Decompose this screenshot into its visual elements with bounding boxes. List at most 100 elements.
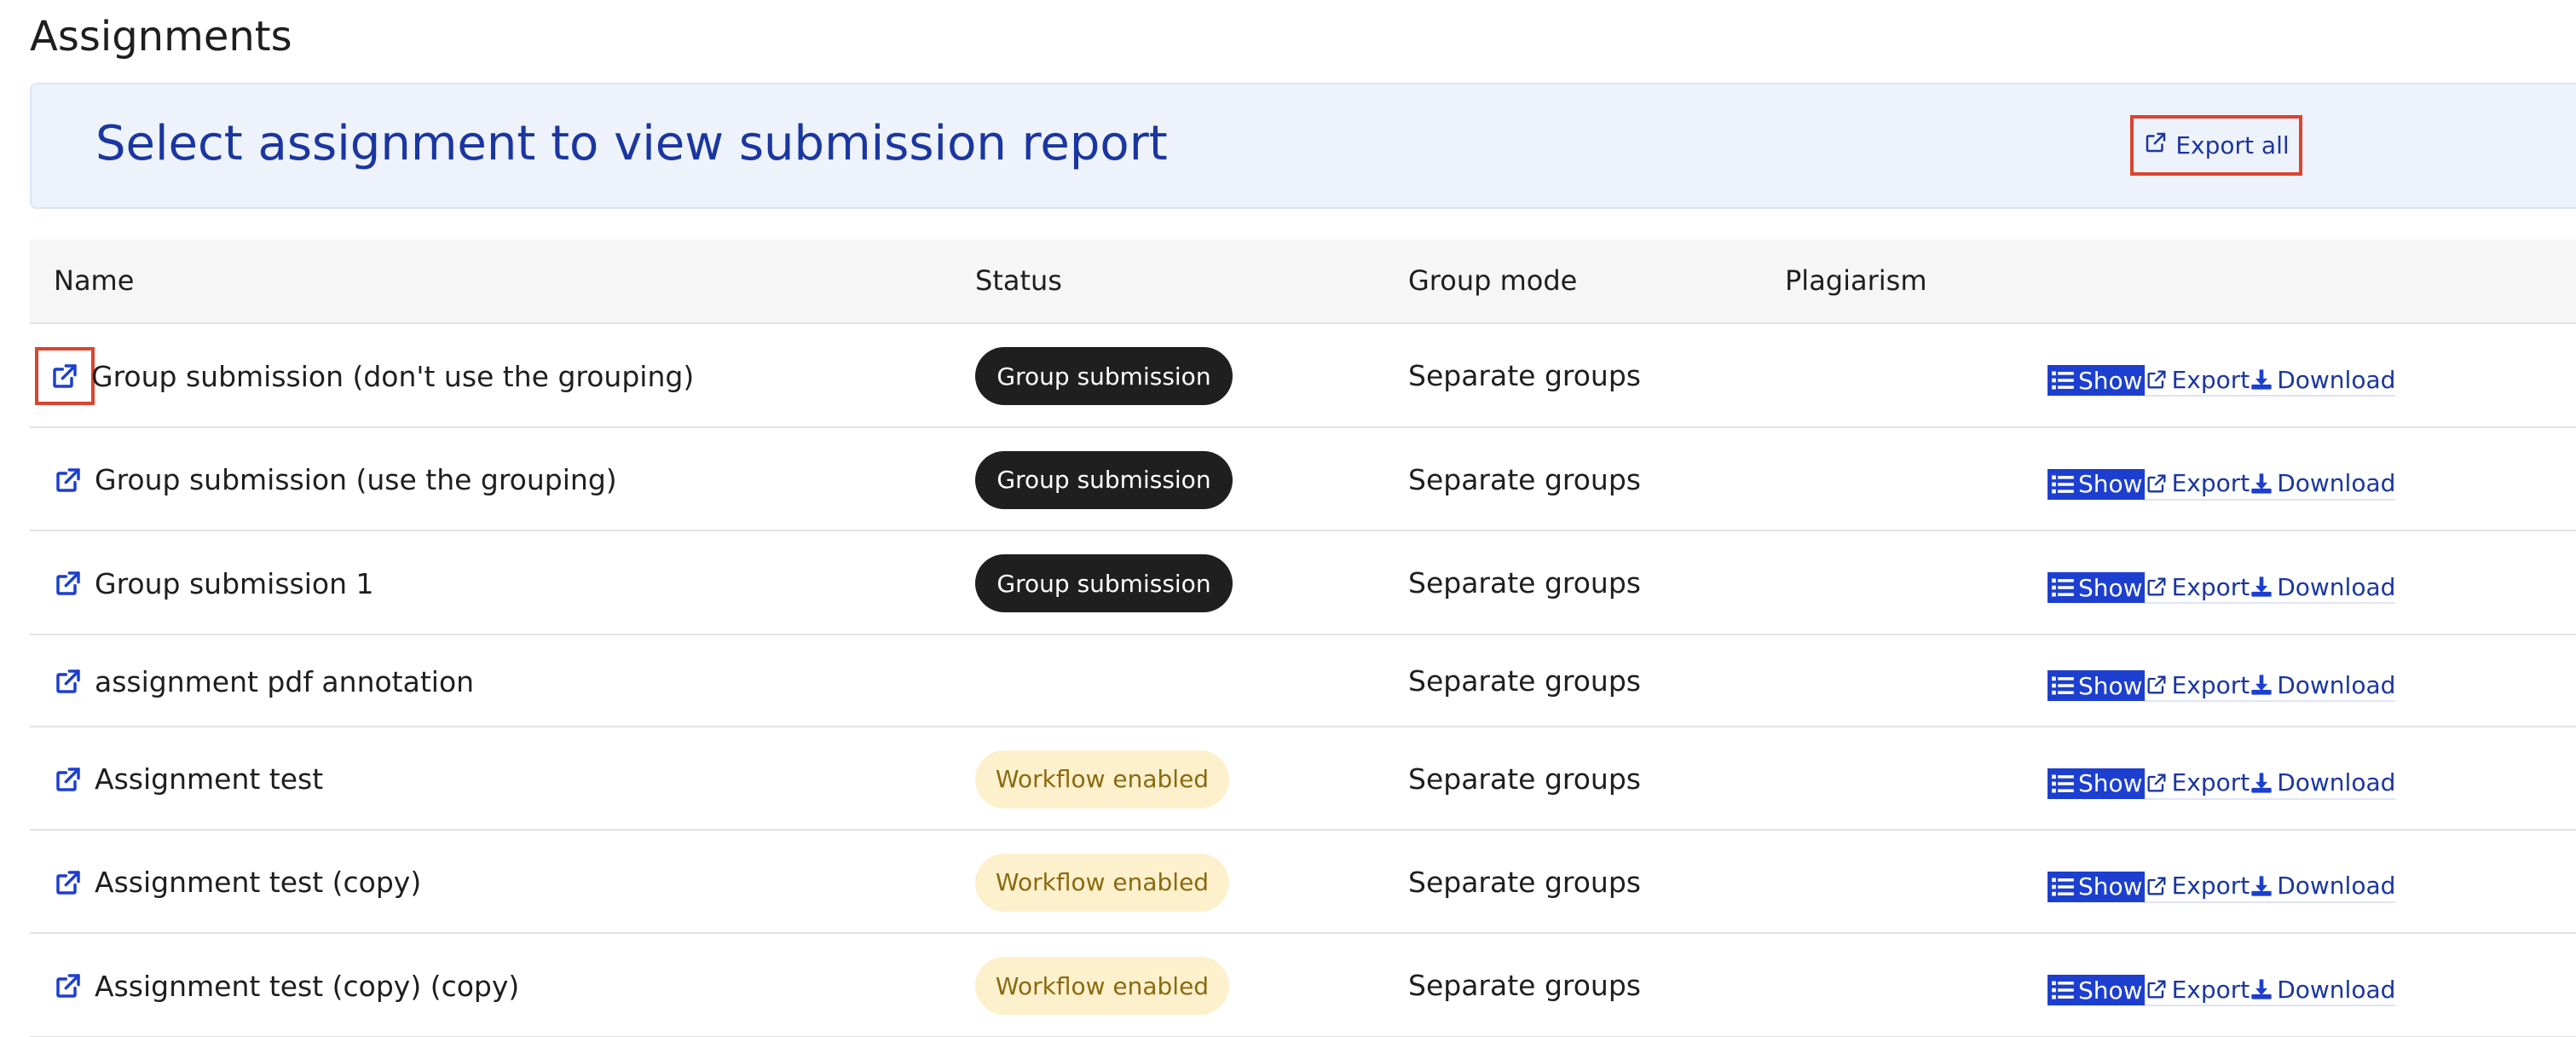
assignment-name[interactable]: Assignment test bbox=[95, 762, 323, 796]
assignment-name[interactable]: Group submission 1 bbox=[95, 567, 373, 600]
export-label: Export bbox=[2171, 572, 2250, 601]
download-label: Download bbox=[2277, 469, 2396, 497]
table-row: Assignment test (copy) (copy) Workflow en… bbox=[30, 934, 2576, 1037]
download-icon bbox=[2250, 472, 2273, 495]
download-button[interactable]: Download bbox=[2250, 364, 2396, 397]
assignment-name-cell: Assignment test (copy) bbox=[54, 862, 421, 903]
row-actions: Show Export Download bbox=[2048, 871, 2396, 903]
external-link-icon[interactable] bbox=[54, 569, 83, 598]
assignment-name[interactable]: Group submission (use the grouping) bbox=[95, 463, 617, 496]
download-button[interactable]: Download bbox=[2250, 871, 2396, 903]
download-label: Download bbox=[2277, 670, 2396, 699]
export-all-label: Export all bbox=[2175, 131, 2290, 159]
assignment-name-cell: Group submission (don't use the grouping… bbox=[35, 347, 694, 405]
assignment-name[interactable]: Assignment test (copy) bbox=[95, 866, 421, 899]
export-label: Export bbox=[2171, 872, 2250, 900]
export-button[interactable]: Export bbox=[2144, 871, 2250, 903]
group-mode-cell: Separate groups bbox=[1408, 462, 1641, 496]
show-label: Show bbox=[2078, 872, 2143, 901]
share-icon bbox=[2145, 368, 2169, 391]
download-label: Download bbox=[2277, 768, 2396, 797]
row-actions: Show Export Download bbox=[2048, 974, 2396, 1006]
show-button[interactable]: Show bbox=[2048, 365, 2145, 396]
status-badge: Group submission bbox=[975, 347, 1233, 405]
page-title: Assignments bbox=[30, 13, 292, 61]
download-button[interactable]: Download bbox=[2250, 571, 2396, 604]
assignment-name-cell: assignment pdf annotation bbox=[54, 661, 474, 702]
share-icon bbox=[2145, 977, 2169, 1001]
show-button[interactable]: Show bbox=[2048, 670, 2145, 701]
external-link-icon[interactable] bbox=[54, 667, 83, 696]
list-icon bbox=[2051, 576, 2075, 599]
row-actions: Show Export Download bbox=[2048, 468, 2396, 501]
export-button[interactable]: Export bbox=[2144, 364, 2250, 397]
show-button[interactable]: Show bbox=[2048, 768, 2145, 799]
show-button[interactable]: Show bbox=[2048, 572, 2145, 603]
external-link-icon[interactable] bbox=[35, 347, 95, 405]
table-row: Assignment test Workflow enabled Separate … bbox=[30, 727, 2576, 831]
download-button[interactable]: Download bbox=[2250, 468, 2396, 501]
column-header-name[interactable]: Name bbox=[54, 240, 134, 322]
download-icon bbox=[2250, 771, 2273, 795]
export-button[interactable]: Export bbox=[2144, 768, 2250, 800]
column-header-group-mode[interactable]: Group mode bbox=[1408, 240, 1577, 322]
export-button[interactable]: Export bbox=[2144, 571, 2250, 604]
report-banner: Select assignment to view submission rep… bbox=[30, 83, 2576, 209]
external-link-icon[interactable] bbox=[54, 868, 83, 897]
show-label: Show bbox=[2078, 470, 2143, 498]
show-button[interactable]: Show bbox=[2048, 871, 2145, 902]
assignment-name[interactable]: Group submission (don't use the grouping… bbox=[91, 360, 694, 393]
status-badge: Workflow enabled bbox=[975, 957, 1229, 1015]
download-label: Download bbox=[2277, 572, 2396, 601]
download-label: Download bbox=[2277, 872, 2396, 900]
assignment-name[interactable]: assignment pdf annotation bbox=[95, 665, 474, 698]
export-label: Export bbox=[2171, 975, 2250, 1004]
export-label: Export bbox=[2171, 469, 2250, 497]
assignment-name-cell: Assignment test (copy) (copy) bbox=[54, 965, 519, 1006]
download-icon bbox=[2250, 673, 2273, 697]
group-mode-cell: Separate groups bbox=[1408, 566, 1641, 600]
table-row: Assignment test (copy) Workflow enabled Se… bbox=[30, 831, 2576, 934]
download-button[interactable]: Download bbox=[2250, 768, 2396, 800]
show-label: Show bbox=[2078, 671, 2143, 700]
list-icon bbox=[2051, 675, 2075, 697]
download-icon bbox=[2250, 368, 2273, 391]
export-button[interactable]: Export bbox=[2144, 468, 2250, 501]
table-row: Group submission (use the grouping) Group… bbox=[30, 428, 2576, 531]
external-link-icon[interactable] bbox=[54, 765, 83, 794]
list-icon bbox=[2051, 473, 2075, 495]
show-button[interactable]: Show bbox=[2048, 975, 2145, 1005]
column-header-plagiarism[interactable]: Plagiarism bbox=[1785, 240, 1927, 322]
external-link-icon[interactable] bbox=[54, 466, 83, 495]
download-button[interactable]: Download bbox=[2250, 974, 2396, 1006]
export-label: Export bbox=[2171, 365, 2250, 394]
table-row: Group submission 1 Group submission Separa… bbox=[30, 531, 2576, 635]
assignment-name-cell: Assignment test bbox=[54, 759, 323, 800]
export-label: Export bbox=[2171, 670, 2250, 699]
column-header-status[interactable]: Status bbox=[975, 240, 1062, 322]
status-badge: Workflow enabled bbox=[975, 853, 1229, 912]
assignments-table: Name Status Group mode Plagiarism Group … bbox=[30, 240, 2576, 1037]
download-icon bbox=[2250, 874, 2273, 898]
share-icon bbox=[2143, 130, 2169, 161]
export-button[interactable]: Export bbox=[2144, 974, 2250, 1006]
list-icon bbox=[2051, 369, 2075, 391]
download-label: Download bbox=[2277, 365, 2396, 394]
row-actions: Show Export Download bbox=[2048, 768, 2396, 800]
banner-title: Select assignment to view submission rep… bbox=[95, 116, 1168, 171]
export-button[interactable]: Export bbox=[2144, 669, 2250, 702]
download-button[interactable]: Download bbox=[2250, 669, 2396, 702]
table-row: Group submission (don't use the grouping… bbox=[30, 324, 2576, 428]
status-badge: Group submission bbox=[975, 450, 1233, 509]
list-icon bbox=[2051, 979, 2075, 1001]
list-icon bbox=[2051, 773, 2075, 795]
row-actions: Show Export Download bbox=[2048, 669, 2396, 702]
assignment-name[interactable]: Assignment test (copy) (copy) bbox=[95, 970, 519, 1003]
assignment-name-cell: Group submission 1 bbox=[54, 563, 373, 604]
export-all-button[interactable]: Export all bbox=[2130, 115, 2302, 176]
external-link-icon[interactable] bbox=[54, 971, 83, 1000]
show-label: Show bbox=[2078, 366, 2143, 395]
show-label: Show bbox=[2078, 976, 2143, 1005]
row-actions: Show Export Download bbox=[2048, 364, 2396, 397]
show-button[interactable]: Show bbox=[2048, 468, 2145, 500]
